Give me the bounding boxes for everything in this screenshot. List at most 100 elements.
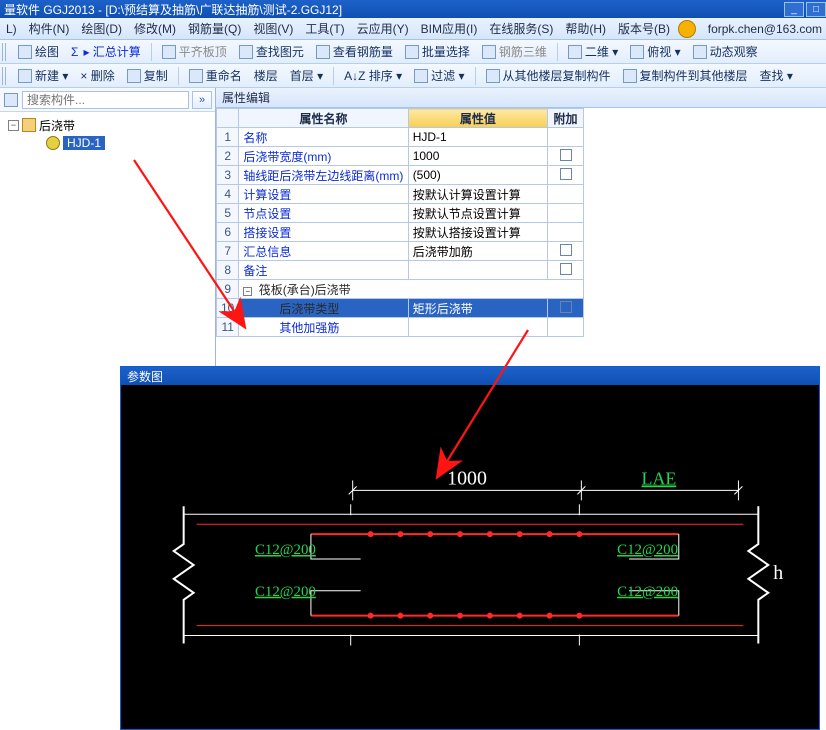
prop-extra[interactable] [548,299,584,318]
property-row[interactable]: 5节点设置按默认节点设置计算 [217,204,584,223]
property-grid[interactable]: 属性名称 属性值 附加 1名称HJD-12后浇带宽度(mm)10003轴线距后浇… [216,108,584,337]
batch-icon [405,45,419,59]
checkbox[interactable] [560,149,572,161]
menu-bim[interactable]: BIM应用(I) [415,20,484,37]
dim-main: 1000 [447,467,487,489]
menu-version[interactable]: 版本号(B) [612,20,676,37]
checkbox[interactable] [560,168,572,180]
prop-name: 汇总信息 [239,242,408,261]
prop-extra[interactable] [548,128,584,147]
search-input[interactable] [22,91,189,109]
prop-value[interactable] [408,318,547,337]
menu-online[interactable]: 在线服务(S) [483,20,559,37]
tree-selected-item[interactable]: HJD-1 [63,136,105,150]
tb-find[interactable]: 查找图元 [233,43,310,60]
menu-cloud[interactable]: 云应用(Y) [351,20,415,37]
tb-delete[interactable]: × 删除 [74,67,120,84]
prop-extra[interactable] [548,242,584,261]
property-row[interactable]: 9− 筏板(承台)后浇带 [217,280,584,299]
property-row[interactable]: 7汇总信息后浇带加筋 [217,242,584,261]
tb-filter[interactable]: 过滤 ▾ [408,67,470,84]
menu-component[interactable]: 构件(N) [23,20,76,37]
property-panel-header: 属性编辑 [216,88,826,108]
prop-extra[interactable] [548,223,584,242]
diagram-window: 参数图 1000 L [120,366,820,730]
prop-extra[interactable] [548,185,584,204]
menu-modify[interactable]: 修改(M) [128,20,182,37]
prop-value[interactable]: HJD-1 [408,128,547,147]
tb-sort[interactable]: A↓Z 排序 ▾ [338,67,408,84]
tb-draw[interactable]: 绘图 [12,43,65,60]
tb-orbit[interactable]: 动态观察 [687,43,764,60]
menu-l[interactable]: L) [0,22,23,36]
checkbox[interactable] [560,263,572,275]
tb-align[interactable]: 平齐板顶 [156,43,233,60]
minimize-button[interactable]: _ [784,2,804,17]
copyto-icon [623,69,637,83]
toolbar-grip [2,43,8,61]
prop-value[interactable]: 后浇带加筋 [408,242,547,261]
property-row[interactable]: 4计算设置按默认计算设置计算 [217,185,584,204]
prop-extra[interactable] [548,261,584,280]
tb-view-rebar[interactable]: 查看钢筋量 [310,43,399,60]
tb-search[interactable]: 查找 ▾ [754,67,799,84]
prop-extra[interactable] [548,147,584,166]
prop-value[interactable]: 矩形后浇带 [408,299,547,318]
align-icon [162,45,176,59]
checkbox[interactable] [560,244,572,256]
col-val: 属性值 [408,109,547,128]
tb-copy[interactable]: 复制 [121,67,174,84]
prop-name: 搭接设置 [239,223,408,242]
row-number: 9 [217,280,239,299]
tb-topview[interactable]: 俯视 ▾ [624,43,686,60]
menu-rebar[interactable]: 钢筋量(Q) [182,20,247,37]
row-number: 4 [217,185,239,204]
property-row[interactable]: 8备注 [217,261,584,280]
property-row[interactable]: 11其他加强筋 [217,318,584,337]
tb-copy-to[interactable]: 复制构件到其他楼层 [617,67,754,84]
tb-rename[interactable]: 重命名 [183,67,248,84]
prop-value[interactable]: (500) [408,166,547,185]
row-number: 11 [217,318,239,337]
tb-floor-sel[interactable]: 首层 ▾ [284,67,329,84]
prop-name: 计算设置 [239,185,408,204]
prop-extra[interactable] [548,204,584,223]
diagram-canvas: 1000 LAE h C12@200 C12@200 C12@200 C12@2… [121,385,819,729]
tb-new[interactable]: 新建 ▾ [12,67,74,84]
prop-extra[interactable] [548,166,584,185]
prop-value[interactable]: 按默认节点设置计算 [408,204,547,223]
menu-draw[interactable]: 绘图(D) [75,20,128,37]
tb-2d[interactable]: 二维 ▾ [562,43,624,60]
menu-help[interactable]: 帮助(H) [559,20,612,37]
prop-extra[interactable] [548,318,584,337]
prop-value[interactable]: 按默认搭接设置计算 [408,223,547,242]
tb-rebar3d[interactable]: 钢筋三维 [476,43,553,60]
rename-icon [189,69,203,83]
row-number: 1 [217,128,239,147]
menu-bar: L) 构件(N) 绘图(D) 修改(M) 钢筋量(Q) 视图(V) 工具(T) … [0,18,826,40]
copyfrom-icon [486,69,500,83]
tree-root-label[interactable]: 后浇带 [39,117,75,134]
new-icon [18,69,32,83]
tb-copy-from[interactable]: 从其他楼层复制构件 [480,67,617,84]
col-name: 属性名称 [239,109,408,128]
property-row[interactable]: 3轴线距后浇带左边线距离(mm)(500) [217,166,584,185]
tree-toggle[interactable]: − [8,120,19,131]
row-number: 2 [217,147,239,166]
maximize-button[interactable]: □ [806,2,826,17]
rebar-br: C12@200 [617,584,678,600]
property-row[interactable]: 10后浇带类型矩形后浇带 [217,299,584,318]
property-row[interactable]: 2后浇带宽度(mm)1000 [217,147,584,166]
property-row[interactable]: 1名称HJD-1 [217,128,584,147]
prop-value[interactable]: 1000 [408,147,547,166]
menu-view[interactable]: 视图(V) [247,20,299,37]
prop-value[interactable]: 按默认计算设置计算 [408,185,547,204]
property-row[interactable]: 6搭接设置按默认搭接设置计算 [217,223,584,242]
prop-value[interactable] [408,261,547,280]
tb-sum[interactable]: Σ ▸ 汇总计算 [65,43,147,60]
checkbox[interactable] [560,301,572,313]
prop-name: 轴线距后浇带左边线距离(mm) [239,166,408,185]
search-go-button[interactable]: » [192,91,212,109]
tb-batch[interactable]: 批量选择 [399,43,476,60]
menu-tools[interactable]: 工具(T) [299,20,350,37]
